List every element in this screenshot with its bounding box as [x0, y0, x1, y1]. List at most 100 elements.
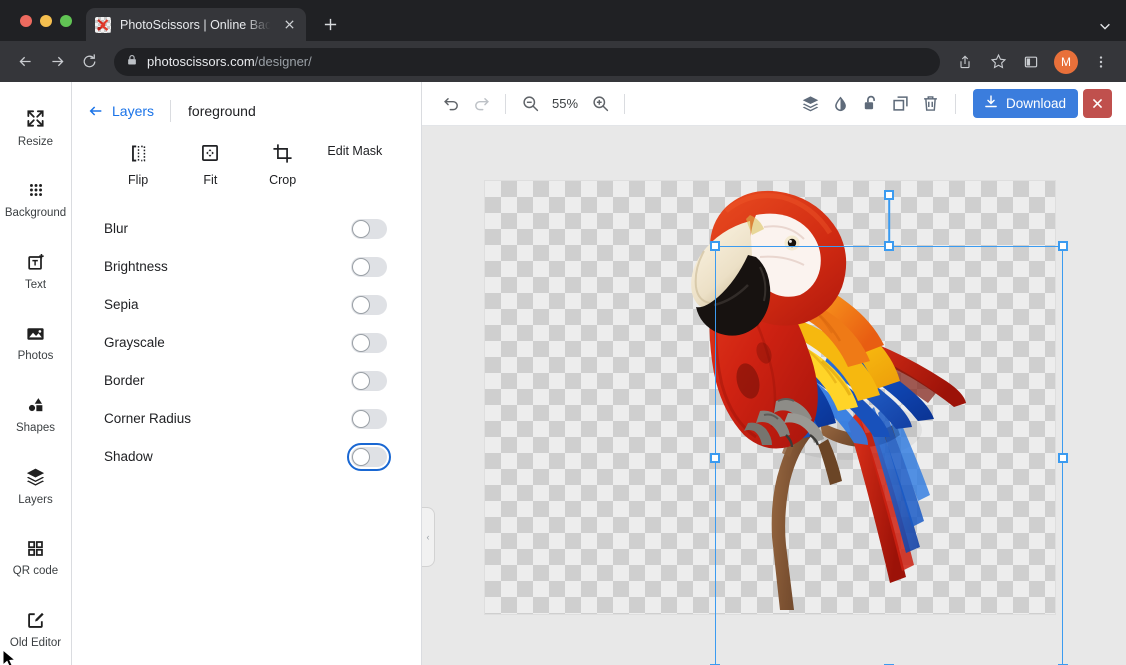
resize-icon — [25, 108, 46, 130]
fit-icon — [200, 142, 220, 164]
editor-stage[interactable]: ‹ — [422, 126, 1126, 665]
url-text: photoscissors.com/designer/ — [147, 54, 312, 69]
sepia-toggle[interactable] — [351, 295, 387, 315]
share-icon[interactable] — [950, 47, 980, 77]
resize-handle-top-right[interactable] — [1058, 241, 1068, 251]
option-row-sepia[interactable]: Sepia — [88, 286, 405, 324]
qr-code-icon — [26, 537, 45, 559]
toggle-knob — [352, 296, 370, 314]
sidebar-item-label: Old Editor — [10, 638, 61, 650]
panel-collapse-handle[interactable]: ‹ — [422, 507, 435, 567]
duplicate-icon[interactable] — [886, 89, 916, 119]
maximize-window-button[interactable] — [60, 15, 72, 27]
toggle-knob — [352, 410, 370, 428]
redo-icon[interactable] — [466, 89, 496, 119]
back-icon[interactable] — [10, 47, 40, 77]
resize-handle-top-left[interactable] — [710, 241, 720, 251]
tab-close-button[interactable] — [281, 17, 297, 33]
close-editor-button[interactable] — [1083, 89, 1112, 118]
sidebar-item-label: Layers — [18, 495, 53, 507]
undo-icon[interactable] — [436, 89, 466, 119]
toggle-knob — [352, 448, 370, 466]
option-row-shadow[interactable]: Shadow — [88, 438, 405, 476]
artboard-canvas[interactable] — [485, 181, 1055, 614]
mouse-cursor — [2, 649, 18, 665]
sidebar-item-qr-code[interactable]: QR code — [0, 522, 72, 594]
app-root: Resize Background — [0, 82, 1126, 665]
browser-tab[interactable]: PhotoScissors | Online Backgro — [86, 8, 306, 41]
photos-icon — [25, 322, 46, 344]
address-bar[interactable]: photoscissors.com/designer/ — [114, 48, 940, 76]
option-label: Brightness — [104, 259, 168, 274]
forward-icon[interactable] — [42, 47, 72, 77]
flip-button[interactable]: Flip — [102, 142, 174, 188]
side-panel-icon[interactable] — [1016, 47, 1046, 77]
sidebar-item-label: Resize — [18, 137, 53, 149]
fit-button[interactable]: Fit — [174, 142, 246, 188]
sidebar-item-resize[interactable]: Resize — [0, 92, 72, 164]
zoom-level-value: 55% — [545, 96, 585, 111]
layers-stack-icon[interactable] — [796, 89, 826, 119]
trash-icon[interactable] — [916, 89, 946, 119]
resize-handle-middle-right[interactable] — [1058, 453, 1068, 463]
option-row-blur[interactable]: Blur — [88, 210, 405, 248]
back-to-layers-button[interactable]: Layers — [88, 103, 170, 119]
grayscale-toggle[interactable] — [351, 333, 387, 353]
browser-window: PhotoScissors | Online Backgro — [0, 0, 1126, 665]
blur-toggle[interactable] — [351, 219, 387, 239]
selection-overlay[interactable] — [715, 246, 1063, 665]
lock-icon — [126, 53, 138, 71]
option-row-grayscale[interactable]: Grayscale — [88, 324, 405, 362]
opacity-droplet-icon[interactable] — [826, 89, 856, 119]
new-tab-button[interactable] — [316, 10, 344, 38]
reload-icon[interactable] — [74, 47, 104, 77]
url-path: /designer/ — [255, 54, 312, 69]
edit-mask-button[interactable]: Edit Mask — [319, 142, 391, 159]
back-to-layers-label: Layers — [112, 103, 154, 119]
corner-radius-toggle[interactable] — [351, 409, 387, 429]
brightness-toggle[interactable] — [351, 257, 387, 277]
layer-name-label: foreground — [171, 103, 256, 119]
layers-icon — [25, 466, 46, 488]
sidebar-item-background[interactable]: Background — [0, 164, 72, 236]
toggle-knob — [352, 334, 370, 352]
window-controls — [8, 0, 80, 41]
sidebar-item-photos[interactable]: Photos — [0, 307, 72, 379]
option-label: Corner Radius — [104, 411, 191, 426]
unlock-icon[interactable] — [856, 89, 886, 119]
option-row-corner-radius[interactable]: Corner Radius — [88, 400, 405, 438]
resize-handle-middle-left[interactable] — [710, 453, 720, 463]
crop-button[interactable]: Crop — [247, 142, 319, 188]
zoom-in-icon[interactable] — [585, 89, 615, 119]
edit-mask-label: Edit Mask — [327, 144, 382, 159]
avatar[interactable]: M — [1054, 50, 1078, 74]
minimize-window-button[interactable] — [40, 15, 52, 27]
resize-handle-top-center[interactable] — [884, 241, 894, 251]
download-button[interactable]: Download — [973, 89, 1078, 118]
left-tool-rail: Resize Background — [0, 82, 72, 665]
chevron-down-icon[interactable] — [1098, 19, 1112, 33]
border-toggle[interactable] — [351, 371, 387, 391]
shadow-toggle[interactable] — [351, 447, 387, 467]
toolbar-divider — [955, 94, 956, 114]
option-row-brightness[interactable]: Brightness — [88, 248, 405, 286]
rotate-handle[interactable] — [884, 190, 894, 200]
sidebar-item-shapes[interactable]: Shapes — [0, 379, 72, 451]
sidebar-item-label: QR code — [13, 566, 58, 578]
close-window-button[interactable] — [20, 15, 32, 27]
toggle-knob — [352, 372, 370, 390]
zoom-out-icon[interactable] — [515, 89, 545, 119]
panel-header: Layers foreground — [88, 90, 405, 132]
browser-toolbar: photoscissors.com/designer/ M — [0, 41, 1126, 82]
sidebar-item-label: Text — [25, 280, 46, 292]
selection-bounding-box — [715, 246, 1063, 665]
kebab-menu-icon[interactable] — [1086, 47, 1116, 77]
sidebar-item-layers[interactable]: Layers — [0, 450, 72, 522]
url-domain: photoscissors.com — [147, 54, 255, 69]
sidebar-item-text[interactable]: Text — [0, 235, 72, 307]
shapes-icon — [26, 394, 46, 416]
star-icon[interactable] — [983, 47, 1013, 77]
option-row-border[interactable]: Border — [88, 362, 405, 400]
option-label: Sepia — [104, 297, 139, 312]
download-label: Download — [1006, 96, 1066, 111]
